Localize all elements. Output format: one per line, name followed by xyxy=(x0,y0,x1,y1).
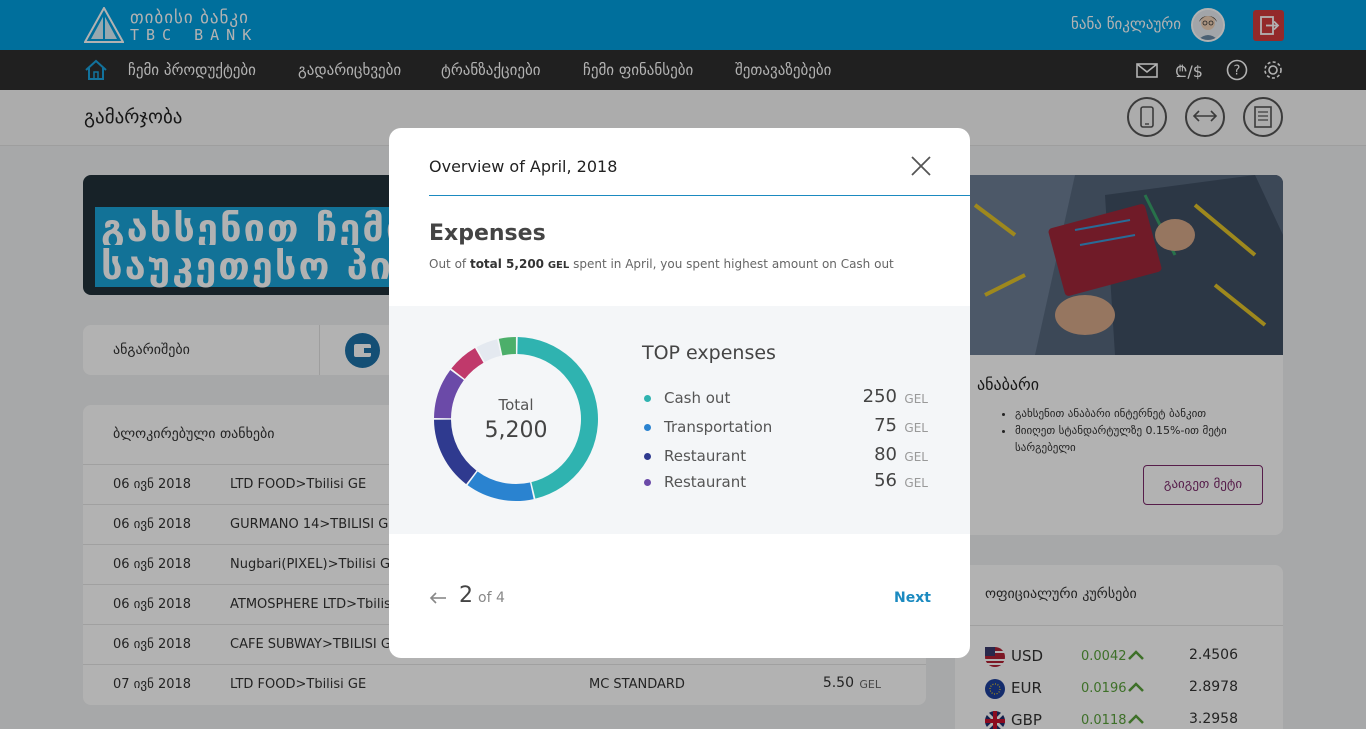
expense-currency: GEL xyxy=(904,450,928,464)
modal-divider xyxy=(429,195,970,196)
donut-center-label: Total xyxy=(498,396,534,414)
expense-amount: 250 xyxy=(862,386,897,407)
list-item: Restaurant 80 GEL xyxy=(642,444,932,468)
legend-dot xyxy=(644,479,651,486)
modal-title: Overview of April, 2018 xyxy=(429,157,618,176)
summary-total: total 5,200 xyxy=(469,257,545,271)
expense-amount: 80 xyxy=(874,444,897,465)
previous-button[interactable] xyxy=(429,590,447,604)
legend-dot xyxy=(644,453,651,460)
expense-name: Restaurant xyxy=(664,447,747,465)
list-item: Transportation 75 GEL xyxy=(642,415,932,439)
list-item: Restaurant 56 GEL xyxy=(642,470,932,494)
expense-amount: 56 xyxy=(874,470,897,491)
donut-center-value: 5,200 xyxy=(484,418,548,443)
expense-currency: GEL xyxy=(904,421,928,435)
expense-name: Cash out xyxy=(664,389,731,407)
donut-slice-2 xyxy=(434,419,477,485)
summary-currency: GEL xyxy=(547,260,570,271)
legend-dot xyxy=(644,395,651,402)
expenses-title: Expenses xyxy=(429,221,546,246)
donut-slice-3 xyxy=(434,369,464,419)
summary-prefix: Out of xyxy=(429,257,470,271)
page-total: of 4 xyxy=(478,590,505,606)
expense-name: Restaurant xyxy=(664,473,747,491)
list-item: Cash out 250 GEL xyxy=(642,386,932,410)
donut-slice-4 xyxy=(451,347,484,380)
close-button[interactable] xyxy=(909,154,933,178)
close-icon xyxy=(911,156,931,176)
expenses-summary: Out of total 5,200 GEL spent in April, y… xyxy=(429,257,894,271)
next-button[interactable]: Next xyxy=(894,590,931,606)
expense-currency: GEL xyxy=(904,476,928,490)
current-page: 2 xyxy=(459,583,473,608)
legend-dot xyxy=(644,424,651,431)
arrow-left-icon xyxy=(429,592,446,604)
overview-modal: Overview of April, 2018 Expenses Out of … xyxy=(389,128,970,658)
expense-name: Transportation xyxy=(664,418,773,436)
donut-slice-6 xyxy=(498,337,516,356)
expense-currency: GEL xyxy=(904,392,928,406)
donut-slice-1 xyxy=(467,471,534,501)
top-expenses-title: TOP expenses xyxy=(642,342,776,364)
expense-amount: 75 xyxy=(874,415,897,436)
summary-suffix: spent in April, you spent highest amount… xyxy=(569,257,894,271)
